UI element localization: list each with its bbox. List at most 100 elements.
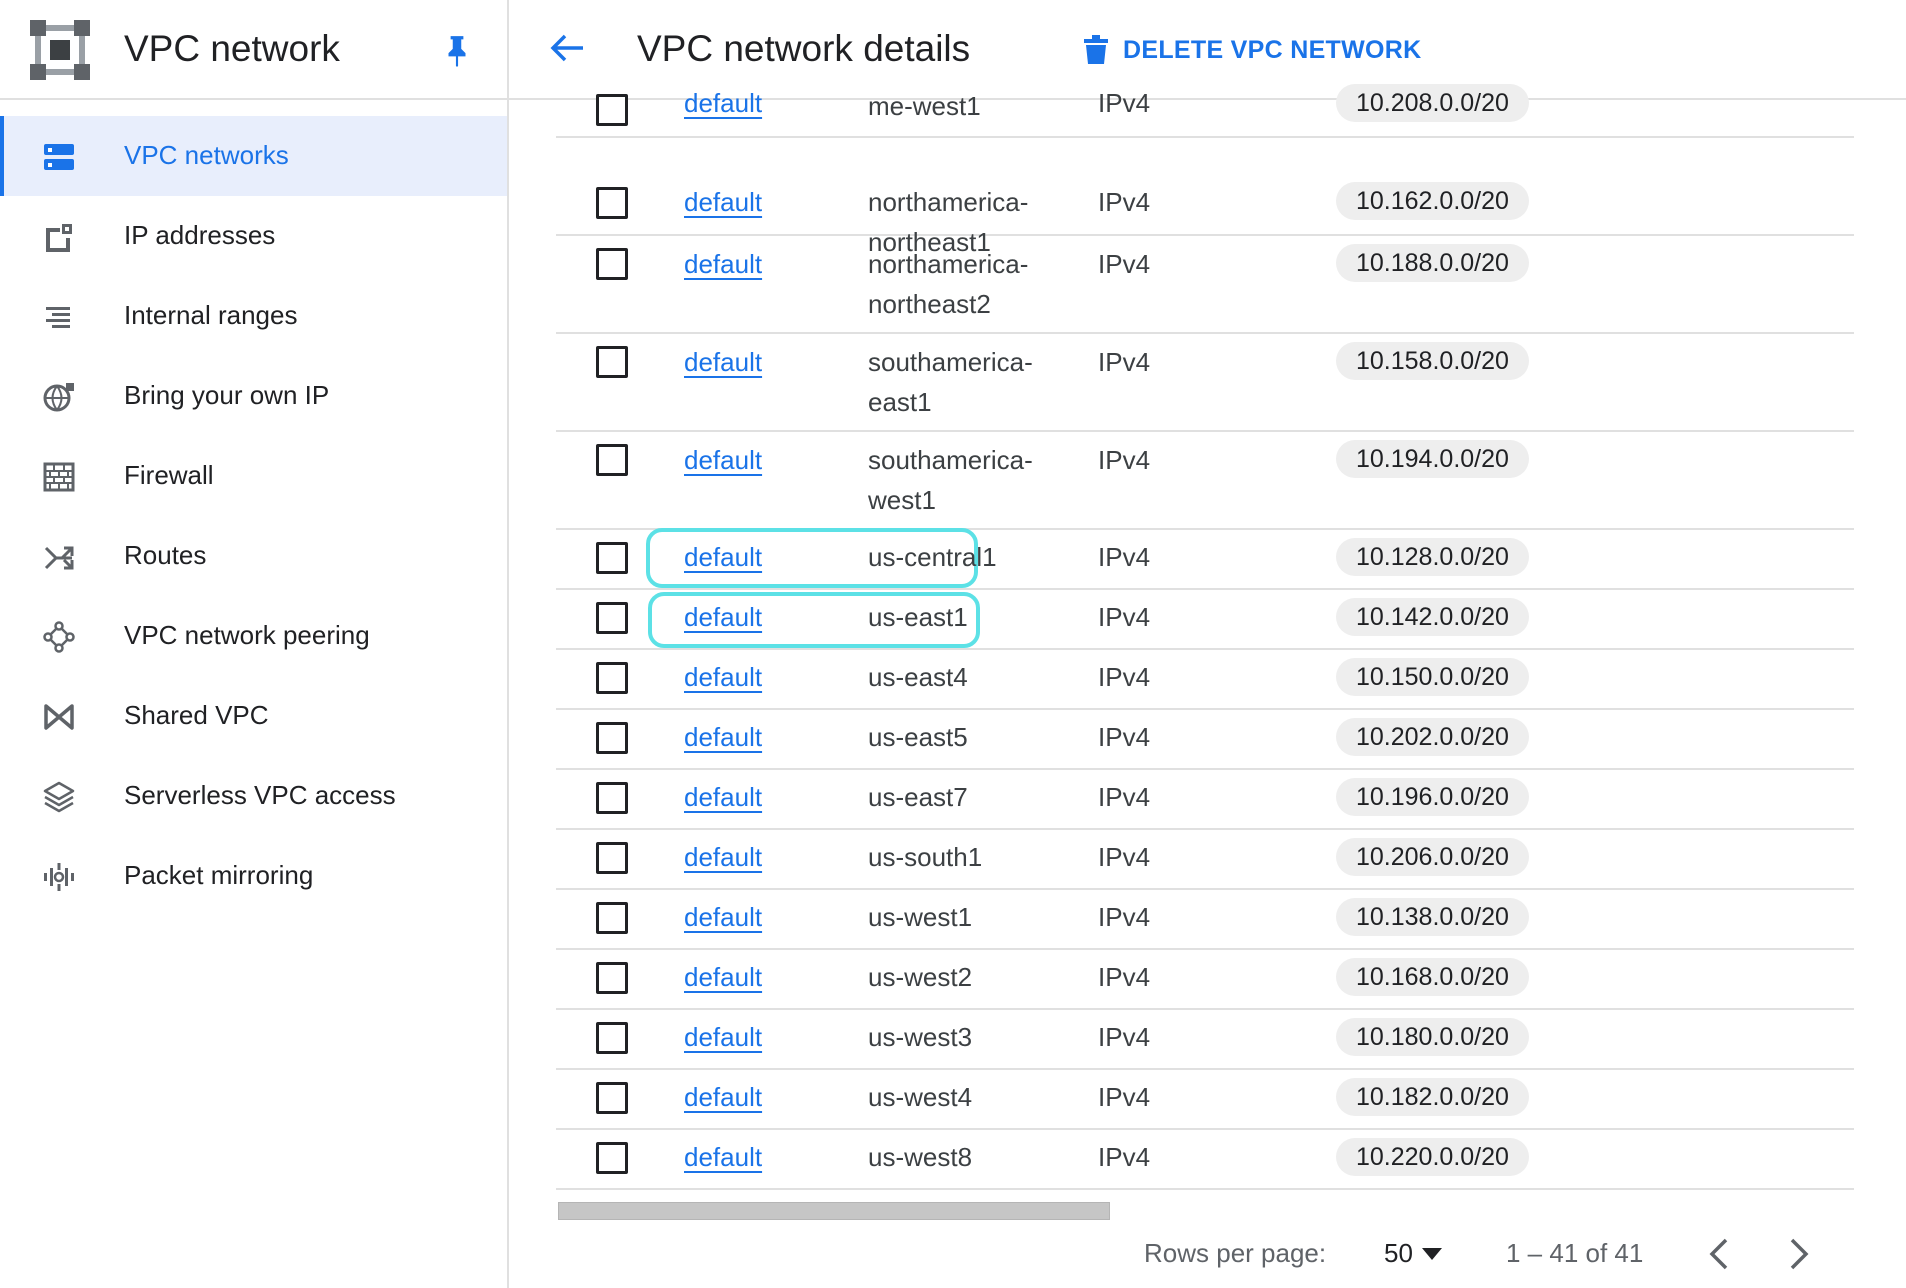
region-cell: us-west2 <box>868 962 973 992</box>
network-link[interactable]: default <box>684 782 762 813</box>
row-checkbox[interactable] <box>596 782 628 814</box>
row-checkbox[interactable] <box>596 1082 628 1114</box>
stack-type-cell: IPv4 <box>1098 722 1151 752</box>
table-row: default me-west1 IPv4 10.208.0.0/20 <box>556 84 1854 138</box>
network-link[interactable]: default <box>684 722 762 753</box>
ip-range-chip: 10.138.0.0/20 <box>1336 898 1529 936</box>
sidebar-item-label: IP addresses <box>124 220 276 250</box>
row-checkbox[interactable] <box>596 248 628 280</box>
network-link[interactable]: default <box>684 88 762 119</box>
row-checkbox[interactable] <box>596 842 628 874</box>
sidebar-item-shared-vpc[interactable]: Shared VPC <box>0 676 507 756</box>
vpc-network-logo-icon <box>30 20 90 80</box>
region-cell: us-south1 <box>868 842 983 872</box>
sidebar-nav: VPC networks IP addresses Internal range… <box>0 116 507 916</box>
region-cell: us-central1 <box>868 542 997 572</box>
table-row: default southamerica-east1 IPv4 10.158.0… <box>556 334 1854 432</box>
chevron-left-icon[interactable] <box>1702 1234 1738 1274</box>
stack-type-cell: IPv4 <box>1098 542 1151 572</box>
row-checkbox[interactable] <box>596 902 628 934</box>
stack-type-cell: IPv4 <box>1098 1082 1151 1112</box>
table-row: default us-east5 IPv4 10.202.0.0/20 <box>556 710 1854 770</box>
stack-type-cell: IPv4 <box>1098 1022 1151 1052</box>
network-link[interactable]: default <box>684 962 762 993</box>
network-link[interactable]: default <box>684 249 762 280</box>
delete-vpc-network-button[interactable]: DELETE VPC NETWORK <box>1083 32 1421 68</box>
ip-range-chip: 10.208.0.0/20 <box>1336 84 1529 122</box>
stack-type-cell: IPv4 <box>1098 249 1151 279</box>
sidebar-item-label: Routes <box>124 540 207 570</box>
row-checkbox[interactable] <box>596 722 628 754</box>
peering-icon <box>43 621 75 653</box>
region-cell: southamerica-west1 <box>868 445 1033 515</box>
row-checkbox[interactable] <box>596 662 628 694</box>
network-link[interactable]: default <box>684 445 762 476</box>
sidebar-item-packet-mirroring[interactable]: Packet mirroring <box>0 836 507 916</box>
rows-per-page-value: 50 <box>1384 1238 1413 1268</box>
network-link[interactable]: default <box>684 662 762 693</box>
network-link[interactable]: default <box>684 902 762 933</box>
row-checkbox[interactable] <box>596 602 628 634</box>
pin-icon[interactable] <box>444 34 470 68</box>
pagination-range: 1 – 41 of 41 <box>1506 1238 1644 1268</box>
stack-type-cell: IPv4 <box>1098 962 1151 992</box>
chevron-right-icon[interactable] <box>1780 1234 1816 1274</box>
network-link[interactable]: default <box>684 1082 762 1113</box>
ip-range-chip: 10.128.0.0/20 <box>1336 538 1529 576</box>
table-row: default us-east4 IPv4 10.150.0.0/20 <box>556 650 1854 710</box>
row-checkbox[interactable] <box>596 542 628 574</box>
network-link[interactable]: default <box>684 1022 762 1053</box>
row-checkbox[interactable] <box>596 962 628 994</box>
sidebar-item-label: Firewall <box>124 460 214 490</box>
network-link[interactable]: default <box>684 842 762 873</box>
sidebar-item-vpc-networks[interactable]: VPC networks <box>0 116 507 196</box>
sidebar-divider <box>507 0 509 1288</box>
row-checkbox[interactable] <box>596 444 628 476</box>
region-cell: southamerica-east1 <box>868 347 1033 417</box>
sidebar-item-ip-addresses[interactable]: IP addresses <box>0 196 507 276</box>
firewall-icon <box>43 462 75 492</box>
ip-range-chip: 10.202.0.0/20 <box>1336 718 1529 756</box>
ip-range-chip: 10.188.0.0/20 <box>1336 244 1529 282</box>
serverless-icon <box>43 781 75 813</box>
network-link[interactable]: default <box>684 542 762 573</box>
sidebar-item-routes[interactable]: Routes <box>0 516 507 596</box>
row-checkbox[interactable] <box>596 1142 628 1174</box>
subnets-table: default me-west1 IPv4 10.208.0.0/20 defa… <box>556 84 1854 1190</box>
region-cell: us-east5 <box>868 722 968 752</box>
row-checkbox[interactable] <box>596 1022 628 1054</box>
sidebar-item-firewall[interactable]: Firewall <box>0 436 507 516</box>
back-arrow-icon[interactable] <box>547 28 587 68</box>
stack-type-cell: IPv4 <box>1098 1142 1151 1172</box>
table-row: default us-west1 IPv4 10.138.0.0/20 <box>556 890 1854 950</box>
sidebar-item-vpc-network-peering[interactable]: VPC network peering <box>0 596 507 676</box>
network-link[interactable]: default <box>684 187 762 218</box>
stack-type-cell: IPv4 <box>1098 445 1151 475</box>
stack-type-cell: IPv4 <box>1098 347 1151 377</box>
page-header: VPC network details DELETE VPC NETWORK <box>509 0 1906 100</box>
ip-range-chip: 10.182.0.0/20 <box>1336 1078 1529 1116</box>
region-cell: us-east4 <box>868 662 968 692</box>
table-row: default us-south1 IPv4 10.206.0.0/20 <box>556 830 1854 890</box>
sidebar-item-serverless-vpc-access[interactable]: Serverless VPC access <box>0 756 507 836</box>
ip-addresses-icon <box>46 224 72 252</box>
network-link[interactable]: default <box>684 1142 762 1173</box>
network-link[interactable]: default <box>684 347 762 378</box>
network-link[interactable]: default <box>684 602 762 633</box>
ip-range-chip: 10.168.0.0/20 <box>1336 958 1529 996</box>
region-cell: northamerica-northeast2 <box>868 249 1029 319</box>
internal-ranges-icon <box>46 307 70 328</box>
sidebar-item-internal-ranges[interactable]: Internal ranges <box>0 276 507 356</box>
sidebar-header: VPC network <box>0 0 507 100</box>
sidebar-item-label: Serverless VPC access <box>124 780 396 810</box>
table-row: default us-east1 IPv4 10.142.0.0/20 <box>556 590 1854 650</box>
horizontal-scrollbar[interactable] <box>558 1202 1110 1220</box>
globe-icon <box>43 383 74 412</box>
table-row: default us-west8 IPv4 10.220.0.0/20 <box>556 1130 1854 1190</box>
row-checkbox[interactable] <box>596 187 628 219</box>
row-checkbox[interactable] <box>596 94 628 126</box>
sidebar-item-bring-your-own-ip[interactable]: Bring your own IP <box>0 356 507 436</box>
region-cell: us-west3 <box>868 1022 973 1052</box>
row-checkbox[interactable] <box>596 346 628 378</box>
table-row: default northamerica-northeast2 IPv4 10.… <box>556 236 1854 334</box>
